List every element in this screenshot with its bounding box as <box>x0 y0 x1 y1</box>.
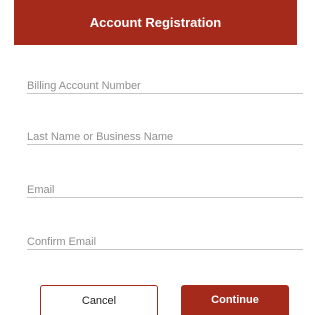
billing-account-number-input[interactable] <box>27 78 303 94</box>
confirm-email-field[interactable] <box>27 232 303 250</box>
cancel-button-label: Cancel <box>81 294 117 307</box>
registration-header: Account Registration <box>14 0 297 45</box>
last-name-input[interactable] <box>27 129 303 145</box>
page-title: Account Registration <box>89 15 222 30</box>
email-input[interactable] <box>27 182 303 198</box>
continue-button-label: Continue <box>211 294 259 306</box>
cancel-button[interactable]: Cancel <box>40 285 158 315</box>
last-name-field[interactable] <box>27 127 303 145</box>
continue-button[interactable]: Continue <box>181 285 289 315</box>
confirm-email-input[interactable] <box>27 234 303 250</box>
email-field[interactable] <box>27 180 303 198</box>
billing-account-number-field[interactable] <box>27 76 303 94</box>
